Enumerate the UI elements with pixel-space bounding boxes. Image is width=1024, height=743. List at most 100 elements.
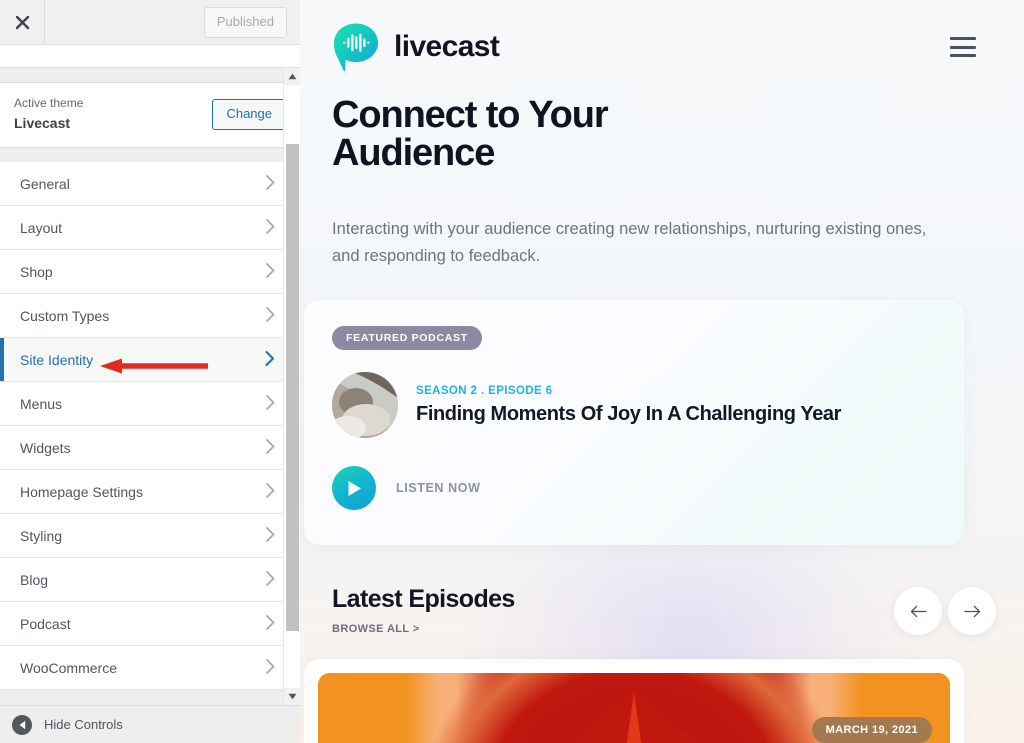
- caret-left-icon: [19, 720, 25, 729]
- browse-all-link[interactable]: BROWSE ALL >: [332, 623, 515, 635]
- customizer-scroll-body: Active theme Livecast Change General Lay…: [0, 68, 300, 705]
- latest-episodes-title: Latest Episodes: [332, 585, 515, 614]
- latest-episodes-header: Latest Episodes BROWSE ALL >: [332, 585, 996, 636]
- hide-controls-button[interactable]: [12, 714, 32, 735]
- sidebar-scrollbar[interactable]: [283, 68, 300, 705]
- section-gap-top: [0, 68, 300, 82]
- hamburger-bar: [950, 37, 976, 40]
- chevron-right-icon: [266, 482, 275, 501]
- chevron-right-icon: [266, 306, 275, 325]
- hero-section: Connect to Your Audience Interacting wit…: [300, 72, 1024, 269]
- panel-item-custom-types[interactable]: Custom Types: [0, 294, 300, 338]
- customizer-screen: Published Donations Active theme Livecas…: [0, 0, 1024, 743]
- active-theme-name: Livecast: [14, 115, 71, 131]
- header-spacer: [45, 0, 204, 44]
- panel-item-woocommerce[interactable]: WooCommerce: [0, 646, 300, 690]
- chevron-right-icon: [266, 174, 275, 193]
- cover-art-peak-highlight: [620, 693, 648, 743]
- arrow-right-icon: [963, 605, 980, 618]
- panel-item-podcast[interactable]: Podcast: [0, 602, 300, 646]
- chevron-right-icon: [266, 658, 275, 677]
- section-gap-middle: [0, 148, 300, 162]
- episode-cover-image: MARCH 19, 2021: [318, 673, 950, 743]
- scrollbar-down-button[interactable]: [284, 688, 300, 705]
- panel-item-label: Blog: [20, 571, 49, 588]
- site-header: livecast: [300, 0, 1024, 72]
- listen-now-row[interactable]: LISTEN NOW: [332, 466, 936, 511]
- panel-item-layout[interactable]: Layout: [0, 206, 300, 250]
- active-theme-row: Active theme Livecast Change: [0, 82, 300, 148]
- carousel-next-button[interactable]: [948, 587, 996, 636]
- hero-title: Connect to Your Audience: [332, 94, 609, 174]
- panel-item-menus[interactable]: Menus: [0, 382, 300, 426]
- panel-item-shop[interactable]: Shop: [0, 250, 300, 294]
- panel-item-label: Menus: [20, 395, 63, 412]
- panel-item-general[interactable]: General: [0, 162, 300, 206]
- site-preview-pane[interactable]: livecast Connect to Your Audience Intera…: [300, 0, 1024, 743]
- caret-down-icon: [288, 693, 297, 700]
- panel-item-site-identity[interactable]: Site Identity: [0, 338, 300, 382]
- listen-now-label: LISTEN NOW: [396, 481, 481, 496]
- change-theme-button[interactable]: Change: [212, 98, 286, 130]
- chevron-right-icon: [266, 614, 275, 633]
- featured-podcast-card[interactable]: FEATURED PODCAST SEASON 2 . EPISODE 6 Fi…: [304, 300, 964, 546]
- livecast-logo-icon: [334, 23, 378, 72]
- hero-subtitle: Interacting with your audience creating …: [332, 220, 927, 265]
- hide-controls-label: Hide Controls: [44, 717, 123, 732]
- customizer-panel-list: General Layout Shop Custom Types Site Id…: [0, 162, 300, 690]
- caret-up-icon: [288, 73, 297, 80]
- panel-item-label: WooCommerce: [20, 659, 117, 676]
- customizer-header: Published: [0, 0, 300, 45]
- episode-card[interactable]: MARCH 19, 2021: [304, 659, 964, 743]
- active-theme-label: Active theme: [14, 96, 84, 110]
- hamburger-bar: [950, 45, 976, 49]
- chevron-right-icon: [266, 218, 275, 237]
- episode-date-badge: MARCH 19, 2021: [811, 717, 932, 743]
- chevron-right-icon: [266, 438, 275, 457]
- arrow-left-icon: [910, 605, 927, 618]
- featured-episode-row: SEASON 2 . EPISODE 6 Finding Moments Of …: [332, 372, 936, 439]
- close-icon: [15, 15, 29, 29]
- panel-item-label: Podcast: [20, 615, 71, 632]
- panel-item-label: Layout: [20, 219, 63, 236]
- theme-customizer-sidebar: Published Donations Active theme Livecas…: [0, 0, 300, 743]
- hamburger-icon[interactable]: [950, 37, 976, 57]
- panel-item-label: Homepage Settings: [20, 483, 143, 500]
- panel-item-label: Shop: [20, 263, 53, 280]
- chevron-right-icon: [265, 350, 275, 369]
- panel-item-widgets[interactable]: Widgets: [0, 426, 300, 470]
- play-icon: [348, 480, 361, 496]
- thumbnail-image: [332, 372, 398, 439]
- site-brand[interactable]: livecast: [332, 22, 500, 72]
- carousel-navigation: [894, 587, 996, 636]
- episode-meta: SEASON 2 . EPISODE 6: [416, 384, 553, 397]
- active-theme-info: Active theme Livecast: [14, 95, 83, 133]
- clipped-panel-heading-strip: Donations: [0, 45, 300, 68]
- panel-item-homepage-settings[interactable]: Homepage Settings: [0, 470, 300, 514]
- publish-button[interactable]: Published: [203, 6, 287, 38]
- panel-item-label: General: [20, 175, 70, 192]
- featured-episode-text: SEASON 2 . EPISODE 6 Finding Moments Of …: [416, 385, 841, 426]
- scrollbar-up-button[interactable]: [284, 68, 300, 85]
- panel-item-label: Custom Types: [20, 307, 110, 324]
- chevron-right-icon: [266, 262, 275, 281]
- episode-thumbnail: [332, 372, 398, 439]
- clipped-panel-heading: Donations: [14, 45, 87, 49]
- latest-episodes-heading-group: Latest Episodes BROWSE ALL >: [332, 585, 515, 635]
- carousel-prev-button[interactable]: [894, 587, 942, 636]
- scrollbar-thumb[interactable]: [286, 144, 299, 631]
- panel-item-label: Styling: [20, 527, 63, 544]
- chevron-right-icon: [266, 394, 275, 413]
- panel-item-label: Site Identity: [20, 351, 94, 368]
- brand-name: livecast: [394, 30, 500, 63]
- play-button[interactable]: [332, 466, 376, 511]
- panel-item-label: Widgets: [20, 439, 71, 456]
- episode-title: Finding Moments Of Joy In A Challenging …: [416, 402, 842, 425]
- chevron-right-icon: [266, 526, 275, 545]
- close-customizer-button[interactable]: [0, 0, 45, 44]
- customizer-footer: Hide Controls: [0, 705, 300, 743]
- panel-item-blog[interactable]: Blog: [0, 558, 300, 602]
- panel-item-styling[interactable]: Styling: [0, 514, 300, 558]
- chevron-right-icon: [266, 570, 275, 589]
- featured-card-inner: FEATURED PODCAST SEASON 2 . EPISODE 6 Fi…: [304, 300, 964, 536]
